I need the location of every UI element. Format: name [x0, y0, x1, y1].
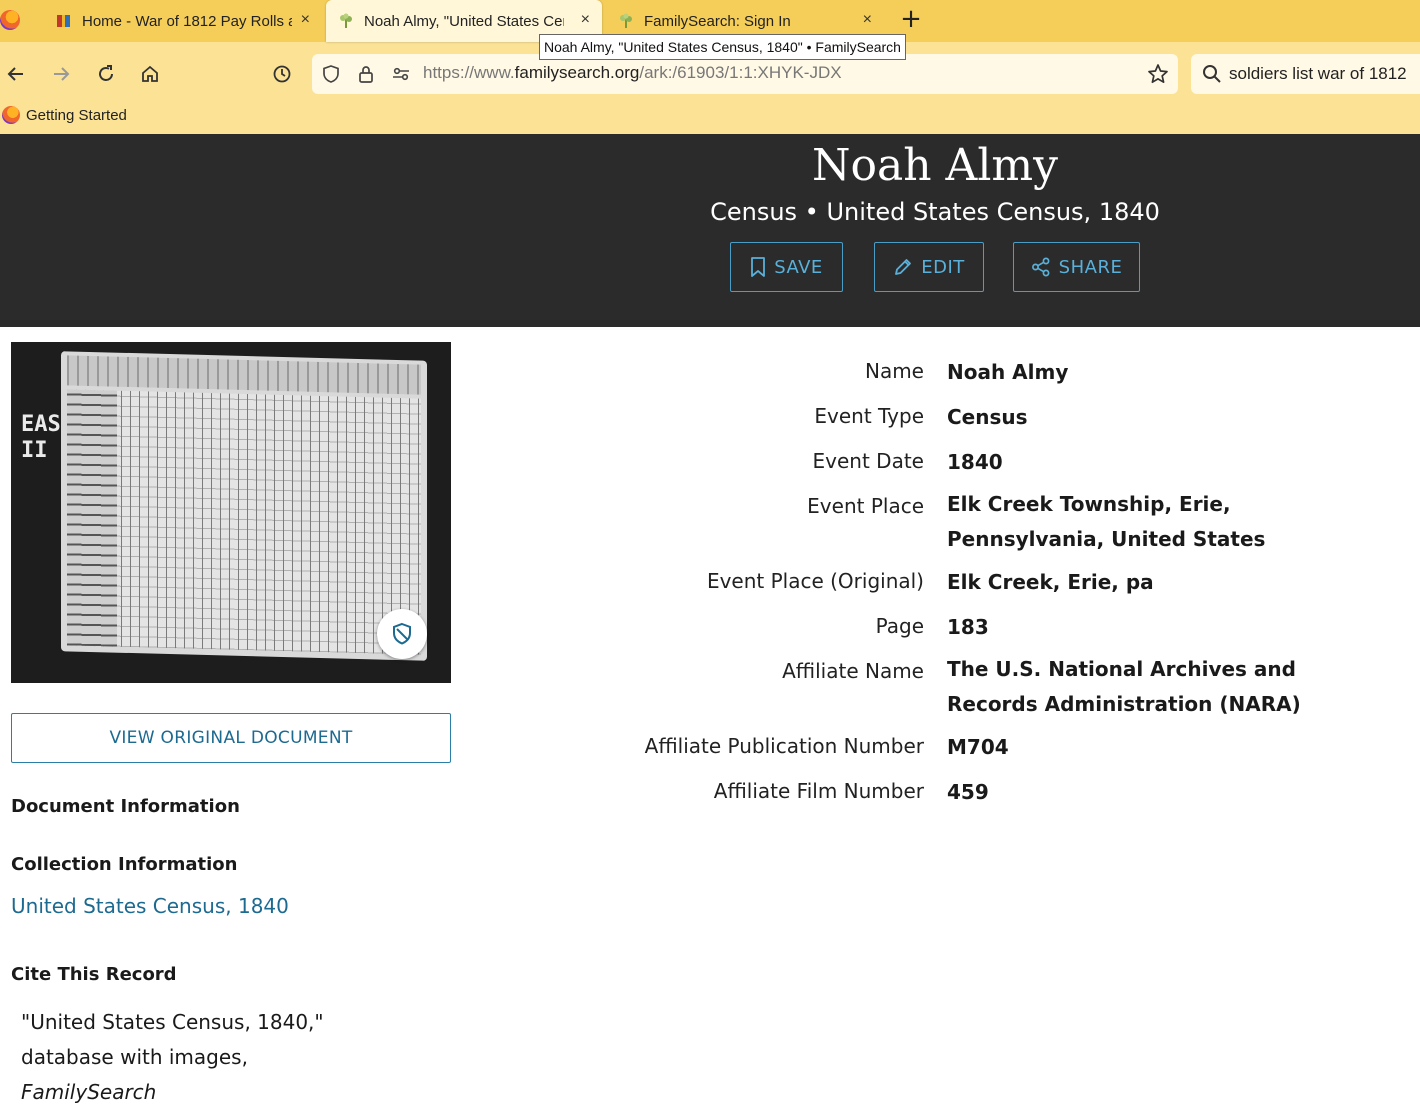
tab-tooltip: Noah Almy, "United States Census, 1840" …: [539, 34, 906, 60]
sheet-grid: [67, 389, 421, 655]
reload-button[interactable]: [93, 60, 119, 88]
census-sheet: [61, 351, 427, 661]
fact-value-event-place-original: Elk Creek, Erie, pa: [947, 565, 1377, 600]
home-icon: [142, 65, 158, 82]
tab-title: FamilySearch: Sign In: [644, 12, 791, 30]
sheet-names-column: [67, 389, 117, 647]
home-button[interactable]: [137, 60, 163, 88]
fact-value-page: 183: [947, 610, 1377, 645]
fact-value-line: Noah Almy: [947, 360, 1069, 384]
fact-value-event-date: 1840: [947, 445, 1377, 480]
firefox-logo-icon: [2, 106, 20, 124]
lock-icon[interactable]: [355, 63, 377, 85]
person-name-title: Noah Almy: [812, 140, 1058, 191]
fact-value-line: Records Administration (NARA): [947, 692, 1301, 716]
search-icon: [1203, 65, 1221, 83]
fact-label-page: Page: [875, 614, 924, 638]
history-button[interactable]: [269, 60, 295, 88]
fact-value-line: 1840: [947, 450, 1003, 474]
url-path: /ark:/61903/1:1:XHYK-JDX: [639, 63, 842, 82]
fact-value-affiliate-name: The U.S. National Archives and Records A…: [947, 652, 1377, 722]
permissions-icon[interactable]: [390, 63, 412, 85]
back-icon: [7, 67, 23, 81]
share-button[interactable]: SHARE: [1013, 242, 1140, 292]
restricted-image-badge[interactable]: [377, 609, 427, 659]
record-header: Noah Almy Census • United States Census,…: [0, 134, 1420, 327]
fact-value-line: 459: [947, 780, 989, 804]
address-bar[interactable]: https://www.familysearch.org/ark:/61903/…: [312, 54, 1178, 94]
document-information-heading[interactable]: Document Information: [11, 796, 240, 817]
save-label: SAVE: [774, 256, 823, 278]
cite-this-record-heading: Cite This Record: [11, 964, 177, 985]
fact-value-line: M704: [947, 735, 1009, 759]
film-label: EASTMAN II: [21, 412, 114, 463]
fact-label-event-type: Event Type: [814, 404, 924, 428]
tree-favicon-icon: [340, 13, 352, 28]
citation-line: "United States Census, 1840,": [21, 1010, 324, 1034]
close-tab-icon[interactable]: ×: [301, 12, 310, 28]
save-button[interactable]: SAVE: [730, 242, 843, 292]
view-original-document-button[interactable]: VIEW ORIGINAL DOCUMENT: [11, 713, 451, 763]
url-host: familysearch.org: [514, 63, 640, 82]
pencil-icon: [895, 259, 912, 275]
back-button[interactable]: [3, 60, 29, 88]
search-bar[interactable]: soldiers list war of 1812: [1191, 54, 1420, 94]
sheet-header: [67, 355, 421, 395]
fact-value-name: Noah Almy: [947, 355, 1377, 390]
close-tab-icon[interactable]: ×: [863, 12, 872, 28]
census-image-thumbnail[interactable]: EASTMAN II: [11, 342, 451, 683]
no-shield-icon: [393, 622, 411, 645]
forward-icon: [54, 67, 70, 81]
edit-button[interactable]: EDIT: [874, 242, 984, 292]
citation-line: database with images,: [21, 1045, 248, 1069]
record-subtitle: Census • United States Census, 1840: [710, 198, 1160, 226]
url-prefix: https://www.: [423, 63, 515, 82]
tab-title: Home - War of 1812 Pay Rolls a: [82, 12, 292, 30]
bookmark-label: Getting Started: [26, 106, 127, 124]
book-favicon-icon: [57, 15, 70, 27]
fact-value-line: 183: [947, 615, 989, 639]
search-input[interactable]: soldiers list war of 1812: [1229, 64, 1407, 84]
fact-label-affiliate-publication-number: Affiliate Publication Number: [644, 734, 924, 758]
share-icon: [1031, 257, 1050, 277]
browser-chrome: Home - War of 1812 Pay Rolls a × Noah Al…: [0, 0, 1420, 134]
fact-value-line: Census: [947, 405, 1028, 429]
history-icon: [273, 65, 291, 83]
firefox-logo-icon[interactable]: [0, 10, 20, 30]
fact-value-event-place: Elk Creek Township, Erie, Pennsylvania, …: [947, 487, 1377, 557]
fact-value-line: Pennsylvania, United States: [947, 527, 1266, 551]
url-text[interactable]: https://www.familysearch.org/ark:/61903/…: [423, 63, 842, 83]
new-tab-button[interactable]: +: [899, 6, 923, 34]
tree-favicon-icon: [620, 13, 632, 28]
bookmark-icon: [751, 257, 766, 277]
fact-label-event-place-original: Event Place (Original): [706, 569, 924, 593]
collection-link[interactable]: United States Census, 1840: [11, 894, 289, 918]
citation-text: "United States Census, 1840," database w…: [21, 1005, 324, 1110]
edit-label: EDIT: [921, 256, 965, 278]
fact-label-event-date: Event Date: [812, 449, 924, 473]
fact-label-event-place: Event Place: [807, 494, 924, 518]
share-label: SHARE: [1058, 256, 1123, 278]
fact-value-affiliate-film-number: 459: [947, 775, 1377, 810]
fact-label-affiliate-film-number: Affiliate Film Number: [713, 779, 924, 803]
fact-label-affiliate-name: Affiliate Name: [782, 659, 924, 683]
forward-button[interactable]: [48, 60, 74, 88]
close-tab-icon[interactable]: ×: [581, 12, 590, 28]
shield-icon[interactable]: [320, 63, 342, 85]
fact-value-affiliate-publication-number: M704: [947, 730, 1377, 765]
star-icon[interactable]: [1147, 63, 1169, 85]
fact-value-event-type: Census: [947, 400, 1377, 435]
reload-icon: [99, 65, 113, 81]
bookmark-getting-started[interactable]: Getting Started: [2, 106, 127, 124]
fact-value-line: Elk Creek, Erie, pa: [947, 570, 1154, 594]
fact-value-line: Elk Creek Township, Erie,: [947, 492, 1231, 516]
tab-war-of-1812[interactable]: Home - War of 1812 Pay Rolls a ×: [40, 0, 322, 42]
tab-title: Noah Almy, "United States Cen: [364, 12, 564, 30]
fact-value-line: The U.S. National Archives and: [947, 657, 1296, 681]
fact-label-name: Name: [864, 359, 924, 383]
collection-information-heading: Collection Information: [11, 854, 238, 875]
